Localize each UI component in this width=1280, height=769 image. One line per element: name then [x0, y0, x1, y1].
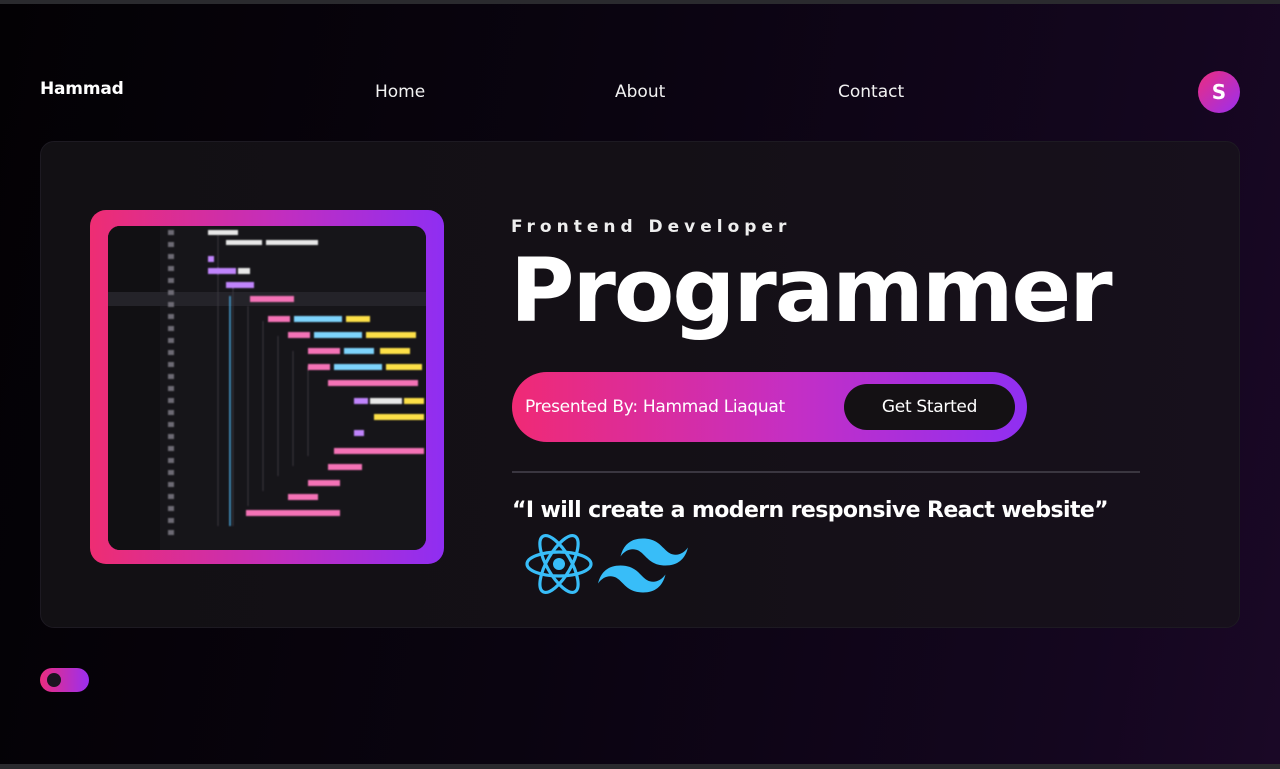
window-bottom-border	[0, 764, 1280, 769]
brand-logo[interactable]: Hammad	[40, 79, 124, 99]
code-editor-illustration	[108, 226, 426, 550]
window-top-border	[0, 0, 1280, 4]
hero-quote: “I will create a modern responsive React…	[512, 498, 1109, 523]
nav-link-about[interactable]: About	[615, 82, 665, 102]
hero-subtitle: Frontend Developer	[511, 217, 792, 237]
theme-toggle[interactable]	[40, 668, 89, 692]
nav-link-home[interactable]: Home	[375, 82, 425, 102]
code-screenshot-image	[108, 226, 426, 550]
avatar[interactable]: S	[1198, 71, 1240, 113]
avatar-letter: S	[1211, 80, 1227, 104]
divider	[512, 471, 1140, 473]
presenter-pill: Presented By: Hammad Liaquat Get Started	[512, 372, 1027, 442]
react-icon	[524, 531, 594, 601]
hero-image-frame	[90, 210, 444, 564]
hero-headline: Programmer	[510, 239, 1113, 342]
toggle-knob	[47, 673, 61, 687]
nav-link-contact[interactable]: Contact	[838, 82, 904, 102]
get-started-button[interactable]: Get Started	[844, 384, 1015, 430]
tailwind-icon	[598, 538, 688, 598]
presented-by-text: Presented By: Hammad Liaquat	[525, 397, 785, 417]
